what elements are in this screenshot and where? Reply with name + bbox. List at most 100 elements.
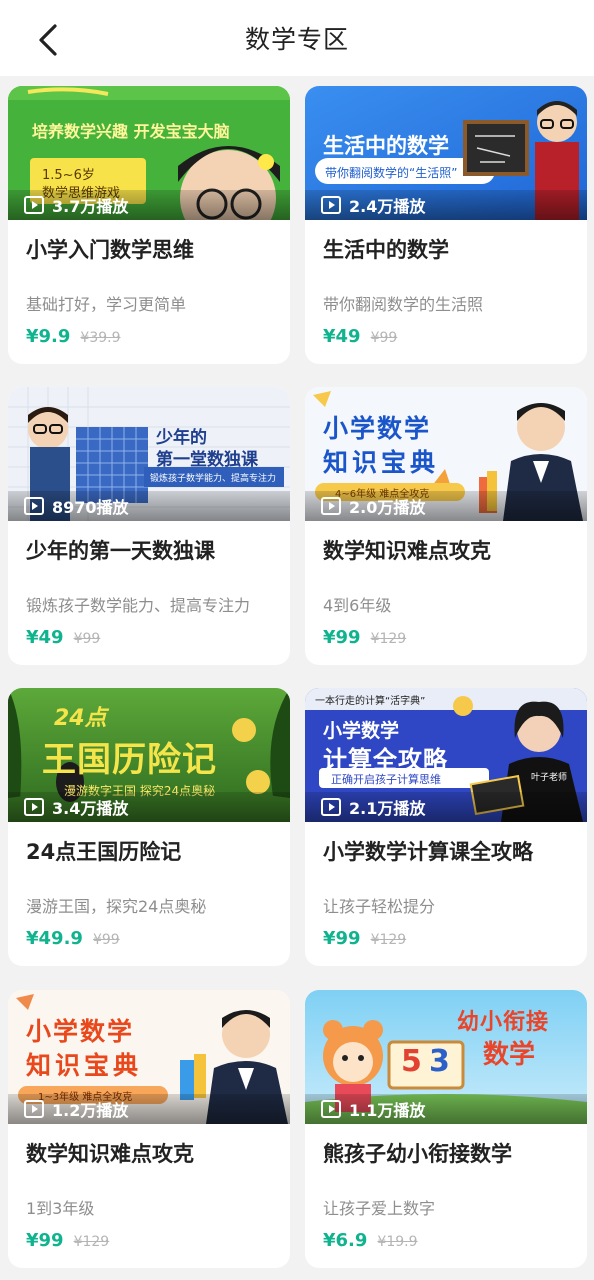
current-price: ¥6.9	[323, 1230, 368, 1251]
original-price: ¥39.9	[80, 330, 121, 346]
course-card[interactable]: 小学数学 知识宝典 1~3年级 难点全攻克 1.2万播放 数学知识难点攻克 1到…	[8, 990, 290, 1268]
play-count-bar: 1.1万播放	[305, 1094, 587, 1124]
play-count-bar: 2.0万播放	[305, 491, 587, 521]
original-price: ¥129	[73, 1234, 110, 1250]
price-row: ¥49.9 ¥99	[26, 928, 120, 954]
play-count: 2.1万播放	[349, 799, 426, 818]
current-price: ¥9.9	[26, 326, 71, 347]
play-count-bar: 3.4万播放	[8, 792, 290, 822]
price-row: ¥99 ¥129	[26, 1230, 109, 1256]
original-price: ¥99	[92, 932, 120, 948]
course-card[interactable]: 幼小衔接 数学 5 3 1.1万播放 熊孩子幼小衔接数学 让孩子爱上数字 ¥6.…	[305, 990, 587, 1268]
course-card[interactable]: 一本行走的计算“活字典” 小学数学 计算全攻略 正确开启孩子计算思维 叶子老师 …	[305, 688, 587, 966]
original-price: ¥99	[73, 631, 101, 647]
play-icon	[24, 497, 44, 515]
banner-title-line2: 第一堂数独课	[156, 450, 258, 470]
banner-title-line2: 数学	[483, 1040, 536, 1070]
course-subtitle: 基础打好，学习更简单	[26, 295, 187, 314]
banner-title: 24点	[54, 706, 107, 731]
current-price: ¥99	[323, 928, 361, 949]
play-count-bar: 2.1万播放	[305, 792, 587, 822]
banner-title: 生活中的数学	[323, 134, 449, 158]
original-price: ¥129	[370, 932, 407, 948]
original-price: ¥19.9	[377, 1234, 418, 1250]
play-count: 2.4万播放	[349, 197, 426, 216]
current-price: ¥49.9	[26, 928, 83, 949]
banner-title: 小学数学	[26, 1017, 135, 1046]
course-title: 少年的第一天数独课	[26, 539, 215, 563]
current-price: ¥99	[26, 1230, 64, 1251]
course-subtitle: 4到6年级	[323, 596, 392, 615]
course-card[interactable]: 生活中的数学 带你翻阅数学的“生活照” 2.4万播放 生活中的数学 带你翻阅数学…	[305, 86, 587, 364]
price-row: ¥9.9 ¥39.9	[26, 326, 121, 352]
price-row: ¥49 ¥99	[323, 326, 397, 352]
banner-age: 1.5~6岁	[42, 168, 95, 183]
play-count-bar: 1.2万播放	[8, 1094, 290, 1124]
course-thumbnail[interactable]: 培养数学兴趣 开发宝宝大脑 1.5~6岁 数学思维游戏 3.7万播放	[8, 86, 290, 220]
banner-subtitle: 正确开启孩子计算思维	[331, 773, 441, 786]
course-thumbnail[interactable]: 一本行走的计算“活字典” 小学数学 计算全攻略 正确开启孩子计算思维 叶子老师 …	[305, 688, 587, 822]
price-row: ¥6.9 ¥19.9	[323, 1230, 418, 1256]
course-thumbnail[interactable]: 24点 王国历险记 漫游数字王国 探究24点奥秘 3.4万播放	[8, 688, 290, 822]
course-subtitle: 让孩子爱上数字	[323, 1199, 436, 1218]
course-thumbnail[interactable]: 生活中的数学 带你翻阅数学的“生活照” 2.4万播放	[305, 86, 587, 220]
course-subtitle: 锻炼孩子数学能力、提高专注力	[26, 596, 251, 615]
course-card[interactable]: 少年的 第一堂数独课 锻炼孩子数学能力、提高专注力 8970播放 少年的第一天数…	[8, 387, 290, 665]
banner-title: 培养数学兴趣 开发宝宝大脑	[32, 122, 230, 141]
course-subtitle: 1到3年级	[26, 1199, 95, 1218]
course-card[interactable]: 培养数学兴趣 开发宝宝大脑 1.5~6岁 数学思维游戏 3.7万播放 小学入门数…	[8, 86, 290, 364]
course-title: 生活中的数学	[323, 238, 449, 262]
price-row: ¥99 ¥129	[323, 627, 406, 653]
course-thumbnail[interactable]: 幼小衔接 数学 5 3 1.1万播放	[305, 990, 587, 1124]
banner-subtitle: 锻炼孩子数学能力、提高专注力	[150, 474, 277, 484]
play-count: 1.2万播放	[52, 1101, 129, 1120]
banner-title: 幼小衔接	[457, 1010, 550, 1035]
current-price: ¥99	[323, 627, 361, 648]
price-row: ¥49 ¥99	[26, 627, 100, 653]
original-price: ¥99	[370, 330, 398, 346]
course-subtitle: 带你翻阅数学的生活照	[323, 295, 484, 314]
play-icon	[321, 1100, 341, 1118]
play-count-bar: 2.4万播放	[305, 190, 587, 220]
top-nav-bar: 数学专区	[0, 0, 594, 76]
course-thumbnail[interactable]: 小学数学 知识宝典 4~6年级 难点全攻克 2.0万播放	[305, 387, 587, 521]
course-thumbnail[interactable]: 少年的 第一堂数独课 锻炼孩子数学能力、提高专注力 8970播放	[8, 387, 290, 521]
play-count-bar: 3.7万播放	[8, 190, 290, 220]
banner-title-line2: 王国历险记	[42, 740, 217, 780]
banner-title-line2: 计算全攻略	[323, 746, 448, 774]
play-icon	[24, 798, 44, 816]
course-subtitle: 让孩子轻松提分	[323, 897, 436, 916]
course-title: 24点王国历险记	[26, 840, 182, 864]
course-title: 数学知识难点攻克	[323, 539, 491, 563]
course-thumbnail[interactable]: 小学数学 知识宝典 1~3年级 难点全攻克 1.2万播放	[8, 990, 290, 1124]
teacher-tag: 叶子老师	[531, 773, 568, 783]
banner-title: 小学数学	[323, 414, 432, 443]
play-count: 2.0万播放	[349, 498, 426, 517]
course-card[interactable]: 24点 王国历险记 漫游数字王国 探究24点奥秘 3.4万播放 24点王国历险记…	[8, 688, 290, 966]
banner-number-2: 3	[429, 1044, 450, 1079]
play-count: 3.7万播放	[52, 197, 129, 216]
banner-top-text: 一本行走的计算“活字典”	[315, 696, 426, 707]
current-price: ¥49	[26, 627, 64, 648]
banner-title-line2: 知识宝典	[323, 448, 440, 477]
play-icon	[321, 798, 341, 816]
play-count: 1.1万播放	[349, 1101, 426, 1120]
play-count: 8970播放	[52, 498, 129, 517]
play-icon	[24, 1100, 44, 1118]
course-title: 小学入门数学思维	[26, 238, 194, 262]
price-row: ¥99 ¥129	[323, 928, 406, 954]
original-price: ¥129	[370, 631, 407, 647]
play-icon	[321, 196, 341, 214]
course-title: 熊孩子幼小衔接数学	[323, 1142, 512, 1166]
course-title: 小学数学计算课全攻略	[323, 840, 533, 864]
banner-title-line2: 知识宝典	[26, 1051, 143, 1080]
page-title: 数学专区	[244, 25, 349, 54]
course-title: 数学知识难点攻克	[26, 1142, 194, 1166]
banner-subtitle: 带你翻阅数学的“生活照”	[325, 166, 458, 180]
current-price: ¥49	[323, 326, 361, 347]
play-count: 3.4万播放	[52, 799, 129, 818]
banner-number: 5	[401, 1044, 422, 1079]
course-subtitle: 漫游王国，探究24点奥秘	[26, 897, 207, 916]
play-icon	[24, 196, 44, 214]
course-card[interactable]: 小学数学 知识宝典 4~6年级 难点全攻克 2.0万播放 数学知识难点攻克 4到…	[305, 387, 587, 665]
